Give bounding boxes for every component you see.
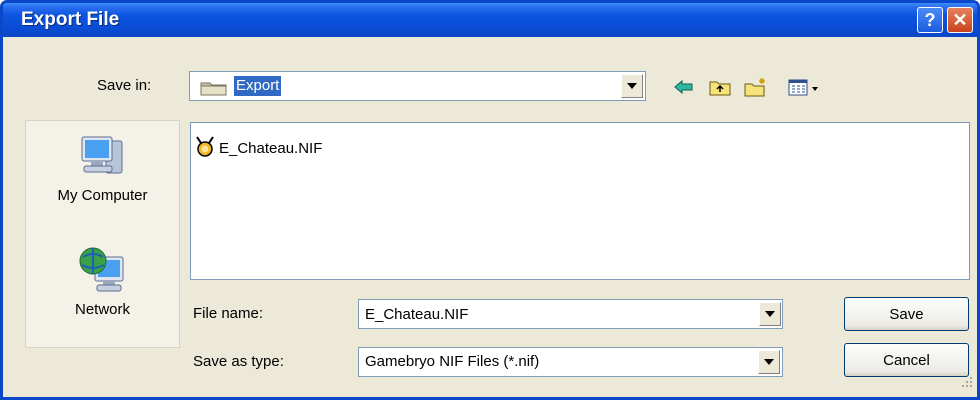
help-button[interactable]: ? xyxy=(917,7,943,33)
place-network[interactable]: Network xyxy=(26,243,179,318)
save-as-type-dropdown[interactable]: Gamebryo NIF Files (*.nif) xyxy=(358,347,783,377)
place-my-computer[interactable]: My Computer xyxy=(26,133,179,204)
chevron-down-icon[interactable] xyxy=(621,74,643,98)
list-item[interactable]: E_Chateau.NIF xyxy=(195,135,322,161)
back-icon[interactable] xyxy=(671,75,697,99)
window-title: Export File xyxy=(21,9,120,30)
place-label: My Computer xyxy=(57,187,148,204)
save-as-type-value: Gamebryo NIF Files (*.nif) xyxy=(365,353,540,370)
new-folder-icon[interactable] xyxy=(743,75,769,99)
file-name: E_Chateau.NIF xyxy=(219,139,323,157)
save-button[interactable]: Save xyxy=(844,297,969,331)
save-in-dropdown[interactable]: Export xyxy=(189,71,646,101)
view-menu-icon[interactable] xyxy=(787,75,823,99)
chevron-down-icon[interactable] xyxy=(759,302,781,326)
file-name-input[interactable] xyxy=(358,299,783,329)
save-as-type-label: Save as type: xyxy=(193,353,284,370)
save-in-value: Export xyxy=(234,76,282,96)
up-folder-icon[interactable] xyxy=(707,75,733,99)
resize-grip-icon[interactable] xyxy=(961,375,973,393)
cancel-button[interactable]: Cancel xyxy=(844,343,969,377)
nif-file-icon xyxy=(195,135,215,161)
export-file-dialog: Export File ? ✕ Save in: Export My Compu… xyxy=(0,0,980,400)
my-computer-icon xyxy=(78,136,128,185)
title-bar[interactable]: Export File ? ✕ xyxy=(3,3,977,37)
places-bar: My Computer Network xyxy=(25,120,180,348)
chevron-down-icon[interactable] xyxy=(758,350,780,374)
file-name-label: File name: xyxy=(193,305,264,322)
close-button[interactable]: ✕ xyxy=(947,7,973,33)
file-list[interactable]: E_Chateau.NIF xyxy=(190,122,970,280)
network-icon xyxy=(77,247,129,299)
folder-icon xyxy=(200,80,228,101)
place-label: Network xyxy=(74,301,130,318)
save-in-label: Save in: xyxy=(97,77,152,94)
